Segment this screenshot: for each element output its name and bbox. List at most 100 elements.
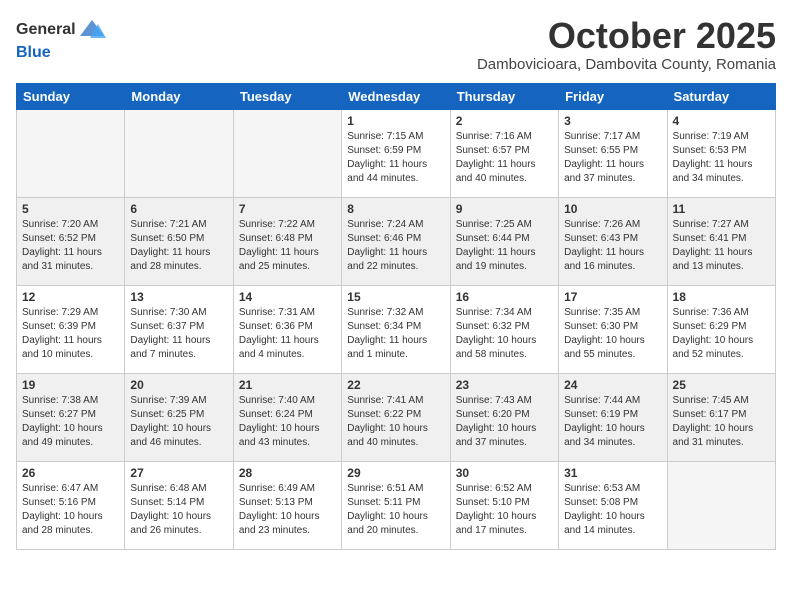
- calendar-day-cell: [233, 109, 341, 197]
- day-number: 23: [456, 378, 553, 392]
- calendar-day-cell: 30Sunrise: 6:52 AM Sunset: 5:10 PM Dayli…: [450, 461, 558, 549]
- day-number: 18: [673, 290, 770, 304]
- calendar-day-cell: 7 Sunrise: 7:22 AM Sunset: 6:48 PM Daylig…: [233, 197, 341, 285]
- day-number: 14: [239, 290, 336, 304]
- weekday-header-monday: Monday: [125, 83, 233, 109]
- calendar-day-cell: [125, 109, 233, 197]
- day-info: Sunrise: 7:21 AM Sunset: 6:50 PM Dayligh…: [130, 218, 227, 274]
- day-number: 5: [22, 202, 119, 216]
- day-info: Sunrise: 7:22 AM Sunset: 6:48 PM Dayligh…: [239, 218, 336, 274]
- day-info: Sunrise: 6:49 AM Sunset: 5:13 PM Dayligh…: [239, 482, 336, 538]
- calendar-day-cell: 25 Sunrise: 7:45 AM Sunset: 6:17 PM Dayli…: [667, 373, 775, 461]
- calendar-day-cell: 1Sunrise: 7:15 AM Sunset: 6:59 PM Daylig…: [342, 109, 450, 197]
- day-number: 19: [22, 378, 119, 392]
- day-number: 6: [130, 202, 227, 216]
- day-number: 2: [456, 114, 553, 128]
- day-info: Sunrise: 7:30 AM Sunset: 6:37 PM Dayligh…: [130, 306, 227, 362]
- day-number: 16: [456, 290, 553, 304]
- calendar-day-cell: 17 Sunrise: 7:35 AM Sunset: 6:30 PM Dayli…: [559, 285, 667, 373]
- calendar-day-cell: 18 Sunrise: 7:36 AM Sunset: 6:29 PM Dayli…: [667, 285, 775, 373]
- subtitle: Dambovicioara, Dambovita County, Romania: [477, 56, 776, 73]
- calendar-day-cell: 13 Sunrise: 7:30 AM Sunset: 6:37 PM Dayli…: [125, 285, 233, 373]
- day-info: Sunrise: 7:38 AM Sunset: 6:27 PM Dayligh…: [22, 394, 119, 450]
- weekday-header-thursday: Thursday: [450, 83, 558, 109]
- calendar-week-row: 19 Sunrise: 7:38 AM Sunset: 6:27 PM Dayli…: [17, 373, 776, 461]
- day-info: Sunrise: 6:47 AM Sunset: 5:16 PM Dayligh…: [22, 482, 119, 538]
- day-info: Sunrise: 7:35 AM Sunset: 6:30 PM Dayligh…: [564, 306, 661, 362]
- calendar-day-cell: 19 Sunrise: 7:38 AM Sunset: 6:27 PM Dayli…: [17, 373, 125, 461]
- day-info: Sunrise: 7:31 AM Sunset: 6:36 PM Dayligh…: [239, 306, 336, 362]
- day-number: 28: [239, 466, 336, 480]
- calendar-day-cell: 10Sunrise: 7:26 AM Sunset: 6:43 PM Dayli…: [559, 197, 667, 285]
- calendar-day-cell: 8Sunrise: 7:24 AM Sunset: 6:46 PM Daylig…: [342, 197, 450, 285]
- calendar-week-row: 26 Sunrise: 6:47 AM Sunset: 5:16 PM Dayli…: [17, 461, 776, 549]
- day-number: 3: [564, 114, 661, 128]
- calendar-day-cell: 24Sunrise: 7:44 AM Sunset: 6:19 PM Dayli…: [559, 373, 667, 461]
- calendar-week-row: 1Sunrise: 7:15 AM Sunset: 6:59 PM Daylig…: [17, 109, 776, 197]
- calendar-day-cell: [17, 109, 125, 197]
- weekday-header-saturday: Saturday: [667, 83, 775, 109]
- calendar-week-row: 12Sunrise: 7:29 AM Sunset: 6:39 PM Dayli…: [17, 285, 776, 373]
- day-number: 12: [22, 290, 119, 304]
- page-header: General Blue October 2025 Dambovicioara,…: [16, 16, 776, 73]
- day-info: Sunrise: 6:48 AM Sunset: 5:14 PM Dayligh…: [130, 482, 227, 538]
- calendar-day-cell: 12Sunrise: 7:29 AM Sunset: 6:39 PM Dayli…: [17, 285, 125, 373]
- day-number: 26: [22, 466, 119, 480]
- day-info: Sunrise: 7:26 AM Sunset: 6:43 PM Dayligh…: [564, 218, 661, 274]
- calendar-day-cell: 31Sunrise: 6:53 AM Sunset: 5:08 PM Dayli…: [559, 461, 667, 549]
- calendar-day-cell: 28 Sunrise: 6:49 AM Sunset: 5:13 PM Dayli…: [233, 461, 341, 549]
- day-info: Sunrise: 7:43 AM Sunset: 6:20 PM Dayligh…: [456, 394, 553, 450]
- calendar-day-cell: 22 Sunrise: 7:41 AM Sunset: 6:22 PM Dayli…: [342, 373, 450, 461]
- day-info: Sunrise: 7:24 AM Sunset: 6:46 PM Dayligh…: [347, 218, 444, 274]
- day-number: 13: [130, 290, 227, 304]
- day-info: Sunrise: 7:16 AM Sunset: 6:57 PM Dayligh…: [456, 130, 553, 186]
- day-number: 25: [673, 378, 770, 392]
- logo: General Blue: [16, 16, 106, 62]
- calendar-day-cell: [667, 461, 775, 549]
- calendar-day-cell: 4Sunrise: 7:19 AM Sunset: 6:53 PM Daylig…: [667, 109, 775, 197]
- calendar-day-cell: 6 Sunrise: 7:21 AM Sunset: 6:50 PM Daylig…: [125, 197, 233, 285]
- calendar-day-cell: 14 Sunrise: 7:31 AM Sunset: 6:36 PM Dayli…: [233, 285, 341, 373]
- weekday-header-wednesday: Wednesday: [342, 83, 450, 109]
- calendar-day-cell: 5Sunrise: 7:20 AM Sunset: 6:52 PM Daylig…: [17, 197, 125, 285]
- logo-icon: [78, 16, 106, 44]
- title-block: October 2025 Dambovicioara, Dambovita Co…: [477, 16, 776, 73]
- day-number: 31: [564, 466, 661, 480]
- calendar-day-cell: 3 Sunrise: 7:17 AM Sunset: 6:55 PM Daylig…: [559, 109, 667, 197]
- day-info: Sunrise: 7:17 AM Sunset: 6:55 PM Dayligh…: [564, 130, 661, 186]
- logo-text-general: General: [16, 21, 76, 39]
- day-number: 21: [239, 378, 336, 392]
- day-number: 29: [347, 466, 444, 480]
- day-info: Sunrise: 7:40 AM Sunset: 6:24 PM Dayligh…: [239, 394, 336, 450]
- day-number: 27: [130, 466, 227, 480]
- day-number: 7: [239, 202, 336, 216]
- calendar-week-row: 5Sunrise: 7:20 AM Sunset: 6:52 PM Daylig…: [17, 197, 776, 285]
- calendar-day-cell: 29Sunrise: 6:51 AM Sunset: 5:11 PM Dayli…: [342, 461, 450, 549]
- day-number: 11: [673, 202, 770, 216]
- day-info: Sunrise: 7:27 AM Sunset: 6:41 PM Dayligh…: [673, 218, 770, 274]
- day-number: 24: [564, 378, 661, 392]
- day-info: Sunrise: 7:41 AM Sunset: 6:22 PM Dayligh…: [347, 394, 444, 450]
- day-number: 22: [347, 378, 444, 392]
- calendar-day-cell: 9Sunrise: 7:25 AM Sunset: 6:44 PM Daylig…: [450, 197, 558, 285]
- day-info: Sunrise: 7:15 AM Sunset: 6:59 PM Dayligh…: [347, 130, 444, 186]
- calendar-day-cell: 21 Sunrise: 7:40 AM Sunset: 6:24 PM Dayli…: [233, 373, 341, 461]
- calendar-day-cell: 26 Sunrise: 6:47 AM Sunset: 5:16 PM Dayli…: [17, 461, 125, 549]
- calendar-day-cell: 23 Sunrise: 7:43 AM Sunset: 6:20 PM Dayli…: [450, 373, 558, 461]
- calendar-day-cell: 16Sunrise: 7:34 AM Sunset: 6:32 PM Dayli…: [450, 285, 558, 373]
- calendar-day-cell: 2 Sunrise: 7:16 AM Sunset: 6:57 PM Daylig…: [450, 109, 558, 197]
- weekday-header-row: SundayMondayTuesdayWednesdayThursdayFrid…: [17, 83, 776, 109]
- calendar: SundayMondayTuesdayWednesdayThursdayFrid…: [16, 83, 776, 550]
- day-number: 17: [564, 290, 661, 304]
- day-info: Sunrise: 7:19 AM Sunset: 6:53 PM Dayligh…: [673, 130, 770, 186]
- day-number: 30: [456, 466, 553, 480]
- day-number: 15: [347, 290, 444, 304]
- weekday-header-tuesday: Tuesday: [233, 83, 341, 109]
- day-info: Sunrise: 7:32 AM Sunset: 6:34 PM Dayligh…: [347, 306, 444, 362]
- weekday-header-friday: Friday: [559, 83, 667, 109]
- day-info: Sunrise: 7:36 AM Sunset: 6:29 PM Dayligh…: [673, 306, 770, 362]
- calendar-day-cell: 15 Sunrise: 7:32 AM Sunset: 6:34 PM Dayli…: [342, 285, 450, 373]
- day-info: Sunrise: 7:45 AM Sunset: 6:17 PM Dayligh…: [673, 394, 770, 450]
- logo-text-blue: Blue: [16, 44, 106, 62]
- weekday-header-sunday: Sunday: [17, 83, 125, 109]
